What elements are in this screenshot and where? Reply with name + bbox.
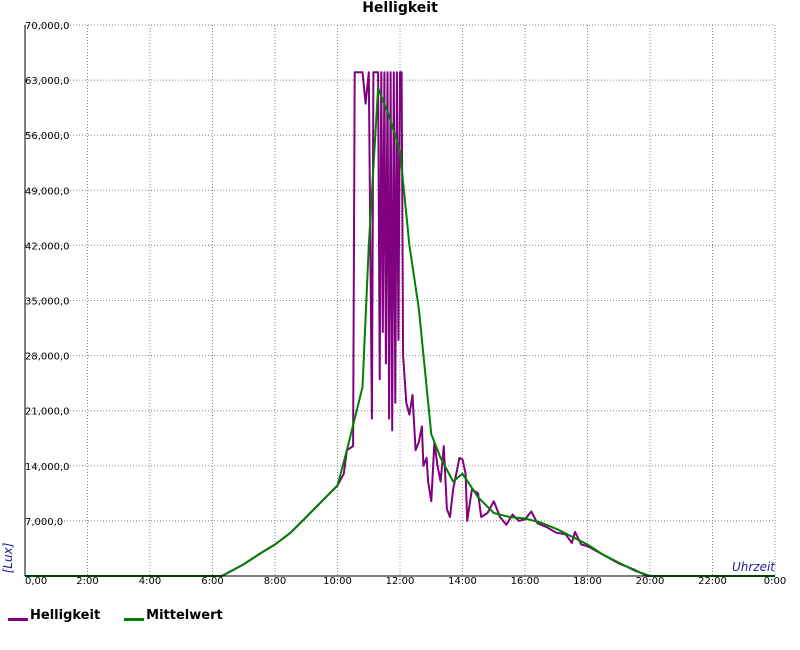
y-tick-label: 63,000,0: [25, 76, 70, 87]
x-tick-label: 18:00: [573, 576, 602, 587]
x-tick-label: 0,00: [25, 576, 47, 587]
y-tick-label: 56,000,0: [25, 131, 70, 142]
y-tick-label: 35,000,0: [25, 297, 70, 308]
x-tick-label: 12:00: [386, 576, 415, 587]
legend-label-helligkeit: Helligkeit: [30, 608, 101, 623]
legend-swatch-mittelwert: [124, 618, 145, 621]
legend-label-mittelwert: Mittelwert: [146, 608, 223, 623]
y-tick-label: 42,000,0: [25, 241, 70, 252]
x-tick-label: 16:00: [511, 576, 540, 587]
x-tick-label: 14:00: [448, 576, 477, 587]
y-tick-label: 70,000,0: [25, 21, 70, 32]
x-tick-label: 8:00: [264, 576, 286, 587]
x-tick-label: 22:00: [698, 576, 727, 587]
legend-item-helligkeit: Helligkeit: [8, 608, 100, 623]
brightness-chart: Helligkeit 7,000,0 14,000,0 21,000,0 28,000…: [1, 0, 786, 587]
y-tick-label: 7,000,0: [25, 517, 63, 528]
y-tick-label: 28,000,0: [25, 352, 70, 363]
x-tick-label: 4:00: [139, 576, 161, 587]
y-tick-label: 21,000,0: [25, 407, 70, 418]
chart-legend: Helligkeit Mittelwert: [8, 608, 223, 623]
legend-item-mittelwert: Mittelwert: [124, 608, 223, 623]
y-tick-label: 14,000,0: [25, 462, 70, 473]
y-axis-label: [Lux]: [1, 542, 15, 573]
y-tick-label: 49,000,0: [25, 186, 70, 197]
x-tick-label: 0:00: [764, 576, 786, 587]
x-tick-label: 2:00: [76, 576, 98, 587]
x-axis-label: Uhrzeit: [732, 560, 776, 574]
x-tick-label: 6:00: [201, 576, 223, 587]
chart-series: [25, 71, 775, 577]
x-tick-label: 20:00: [636, 576, 665, 587]
chart-title: Helligkeit: [362, 0, 438, 16]
chart-axes: 7,000,0 14,000,0 21,000,0 28,000,0 35,000,0 4…: [24, 21, 786, 587]
legend-swatch-helligkeit: [8, 618, 28, 621]
x-tick-label: 10:00: [323, 576, 352, 587]
